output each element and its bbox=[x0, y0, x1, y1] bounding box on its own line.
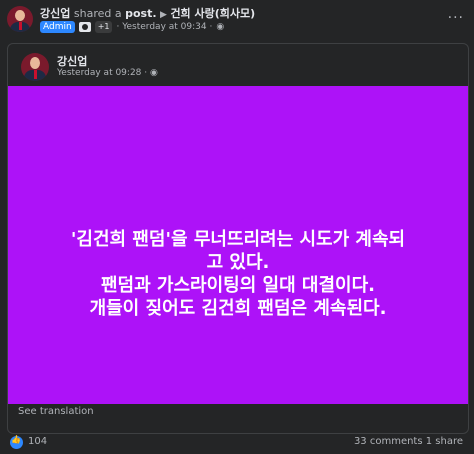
reaction-count[interactable]: 104 bbox=[28, 436, 47, 447]
like-reaction-icon[interactable] bbox=[10, 435, 23, 449]
shared-author-avatar[interactable] bbox=[21, 53, 49, 81]
text-background-post: '김건희 팬덤'을 무너뜨리려는 시도가 계속되 고 있다. 팬덤과 가스라이팅… bbox=[8, 86, 468, 404]
globe-icon: ◉ bbox=[216, 22, 225, 32]
globe-icon: ◉ bbox=[150, 68, 158, 78]
shared-post-time-text[interactable]: Yesterday at 09:28 · bbox=[57, 68, 147, 78]
action-text: shared a bbox=[73, 7, 122, 20]
post-text-line: 개들이 짖어도 김건희 팬덤은 계속된다. bbox=[89, 298, 387, 319]
post-timestamp[interactable]: · Yesterday at 09:34 · bbox=[116, 22, 212, 32]
post-meta: Admin +1 · Yesterday at 09:34 · ◉ bbox=[40, 21, 224, 33]
post-footer: 104 33 comments 1 share bbox=[0, 432, 474, 454]
post-header: 강신업 shared a post. ▶ 건희 사랑(희사모) Admin +1… bbox=[0, 0, 474, 40]
avatar-tie bbox=[19, 22, 22, 30]
avatar-face bbox=[30, 57, 40, 69]
shared-post-timestamp[interactable]: Yesterday at 09:28 · ◉ bbox=[57, 68, 158, 78]
post-header-line: 강신업 shared a post. ▶ 건희 사랑(희사모) bbox=[40, 5, 255, 21]
arrow-right-icon: ▶ bbox=[160, 10, 167, 20]
author-name[interactable]: 강신업 bbox=[40, 7, 70, 20]
shared-post-card[interactable]: 강신업 Yesterday at 09:28 · ◉ '김건희 팬덤'을 무너뜨… bbox=[7, 43, 469, 434]
comments-shares-stats[interactable]: 33 comments 1 share bbox=[354, 436, 463, 447]
group-name-link[interactable]: 건희 사랑(희사모) bbox=[170, 7, 255, 20]
post-text-line: 고 있다. bbox=[206, 252, 270, 273]
avatar-face bbox=[15, 10, 25, 21]
avatar-tie bbox=[34, 70, 37, 79]
more-options-icon[interactable]: ··· bbox=[448, 10, 464, 26]
post-text: '김건희 팬덤'을 무너뜨리려는 시도가 계속되 고 있다. 팬덤과 가스라이팅… bbox=[20, 228, 456, 320]
see-translation-link[interactable]: See translation bbox=[18, 406, 94, 417]
shared-post-link[interactable]: post. bbox=[125, 7, 156, 20]
post-text-line: 팬덤과 가스라이팅의 일대 대결이다. bbox=[100, 275, 376, 296]
admin-badge: Admin bbox=[40, 21, 75, 33]
gem-badge-icon bbox=[78, 22, 91, 32]
more-badges-count[interactable]: +1 bbox=[94, 21, 113, 33]
author-avatar[interactable] bbox=[7, 6, 33, 32]
shared-author-name[interactable]: 강신업 bbox=[57, 53, 87, 69]
post-text-line: '김건희 팬덤'을 무너뜨리려는 시도가 계속되 bbox=[70, 229, 406, 250]
